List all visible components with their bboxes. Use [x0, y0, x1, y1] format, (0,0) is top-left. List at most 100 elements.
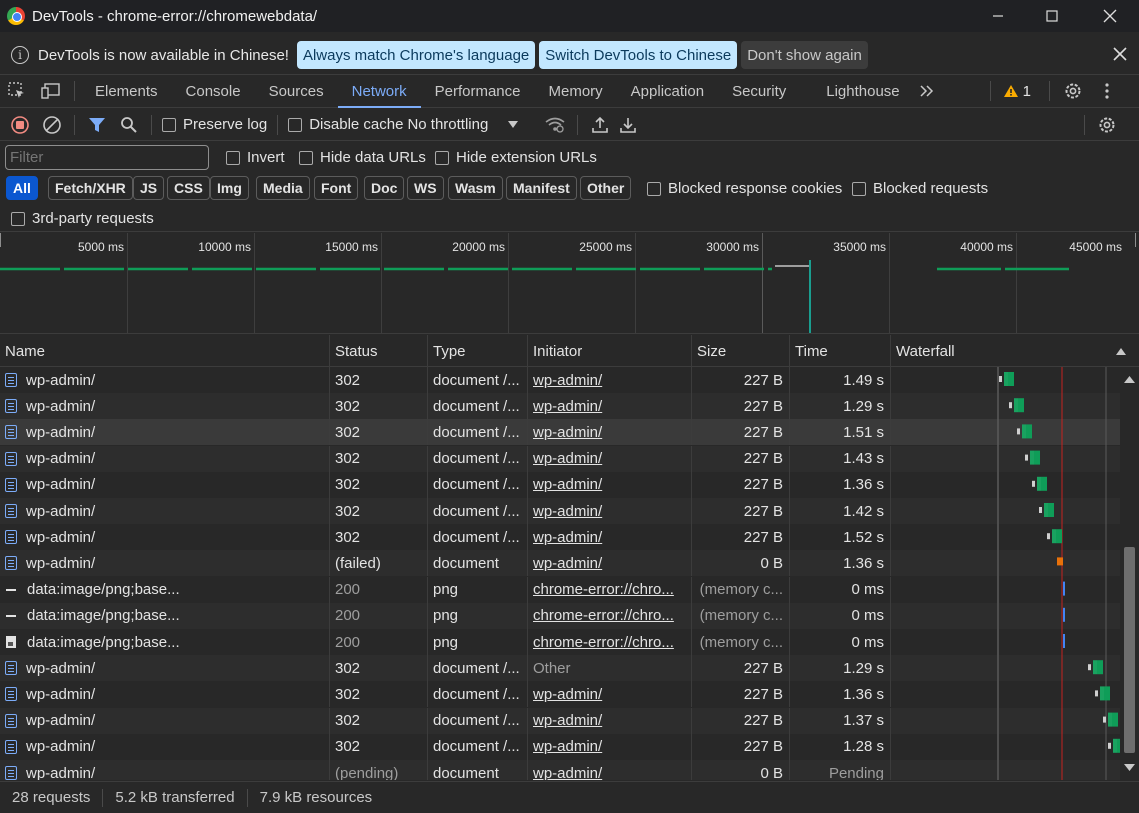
cell-name[interactable]: data:image/png;base...: [0, 602, 330, 629]
waterfall-bar[interactable]: [1113, 738, 1117, 753]
initiator-link[interactable]: wp-admin/: [533, 372, 602, 389]
type-filter-all[interactable]: All: [6, 176, 38, 200]
cell-name[interactable]: wp-admin/: [0, 393, 330, 420]
waterfall-bar[interactable]: [1112, 712, 1118, 727]
initiator-link[interactable]: wp-admin/: [533, 686, 602, 703]
tab-network[interactable]: Network: [337, 75, 421, 108]
close-window-icon[interactable]: [1087, 0, 1133, 32]
cell-name[interactable]: wp-admin/: [0, 760, 330, 780]
waterfall-bar[interactable]: [1104, 686, 1110, 701]
type-filter-css[interactable]: CSS: [167, 176, 210, 200]
type-filter-manifest[interactable]: Manifest: [506, 176, 577, 200]
checkbox-box[interactable]: [11, 211, 25, 226]
column-header-size[interactable]: Size: [692, 335, 790, 367]
initiator-link[interactable]: wp-admin/: [533, 503, 602, 520]
waterfall-bar[interactable]: [1034, 450, 1040, 465]
cell-name[interactable]: wp-admin/: [0, 471, 330, 498]
disable-cache-checkbox[interactable]: Disable cache: [288, 116, 403, 133]
checkbox-box[interactable]: [435, 150, 449, 165]
filter-input[interactable]: [5, 145, 209, 170]
settings-gear-icon[interactable]: [1056, 75, 1090, 107]
switch-to-chinese-button[interactable]: Switch DevTools to Chinese: [539, 41, 738, 69]
blocked-response-cookies-checkbox[interactable]: Blocked response cookies: [647, 180, 842, 197]
tab-lighthouse[interactable]: Lighthouse: [800, 75, 913, 107]
filter-icon[interactable]: [81, 110, 113, 140]
waterfall-bar[interactable]: [1014, 398, 1018, 413]
type-filter-other[interactable]: Other: [580, 176, 632, 200]
waterfall-bar[interactable]: [1044, 503, 1048, 517]
checkbox-box[interactable]: [852, 181, 866, 196]
network-overview-timeline[interactable]: 5000 ms 10000 ms 15000 ms 20000 ms 25000…: [0, 233, 1139, 334]
initiator-link[interactable]: chrome-error://chro...: [533, 634, 674, 651]
preserve-log-checkbox[interactable]: Preserve log: [162, 116, 267, 133]
waterfall-bar[interactable]: [1056, 529, 1062, 544]
minimize-icon[interactable]: [975, 0, 1021, 32]
cell-name[interactable]: data:image/png;base...: [0, 576, 330, 603]
waterfall-bar[interactable]: [1018, 398, 1024, 413]
invert-checkbox[interactable]: Invert: [226, 149, 285, 166]
type-filter-ws[interactable]: WS: [407, 176, 444, 200]
inspect-element-icon[interactable]: [0, 75, 34, 107]
waterfall-bar[interactable]: [1004, 372, 1008, 386]
waterfall-bar[interactable]: [1063, 634, 1065, 648]
type-filter-font[interactable]: Font: [314, 176, 359, 200]
tab-memory[interactable]: Memory: [535, 75, 617, 107]
waterfall-bar[interactable]: [1048, 503, 1054, 517]
initiator-link[interactable]: wp-admin/: [533, 476, 602, 493]
initiator-link[interactable]: wp-admin/: [533, 765, 602, 781]
checkbox-box[interactable]: [299, 150, 313, 165]
waterfall-bar[interactable]: [1100, 686, 1104, 701]
waterfall-bar[interactable]: [1063, 581, 1065, 596]
maximize-icon[interactable]: [1029, 0, 1075, 32]
cell-name[interactable]: wp-admin/: [0, 524, 330, 551]
column-header-type[interactable]: Type: [428, 335, 528, 367]
waterfall-bar[interactable]: [1022, 424, 1026, 439]
cell-name[interactable]: wp-admin/: [0, 445, 330, 472]
initiator-link[interactable]: wp-admin/: [533, 450, 602, 467]
checkbox-box[interactable]: [647, 181, 661, 196]
waterfall-bar[interactable]: [1097, 660, 1103, 675]
requests-scrollbar[interactable]: [1120, 367, 1139, 780]
type-filter-wasm[interactable]: Wasm: [448, 176, 503, 200]
type-filter-doc[interactable]: Doc: [364, 176, 405, 200]
third-party-requests-checkbox[interactable]: 3rd-party requests: [11, 210, 154, 227]
initiator-link[interactable]: wp-admin/: [533, 529, 602, 546]
waterfall-bar[interactable]: [1052, 529, 1056, 544]
hide-extension-urls-checkbox[interactable]: Hide extension URLs: [435, 149, 597, 166]
network-settings-gear-icon[interactable]: [1091, 110, 1123, 140]
type-filter-media[interactable]: Media: [256, 176, 310, 200]
scroll-down-arrow-icon[interactable]: [1124, 764, 1135, 772]
waterfall-bar[interactable]: [1041, 476, 1047, 491]
warnings-badge[interactable]: 1: [1003, 83, 1031, 100]
network-conditions-icon[interactable]: [539, 110, 571, 140]
initiator-link[interactable]: wp-admin/: [533, 398, 602, 415]
waterfall-bar[interactable]: [1057, 557, 1063, 566]
throttling-select[interactable]: No throttling: [407, 116, 539, 133]
scroll-up-arrow-icon[interactable]: [1124, 375, 1135, 383]
cell-name[interactable]: wp-admin/: [0, 681, 330, 708]
waterfall-bar[interactable]: [1063, 607, 1065, 622]
device-toolbar-icon[interactable]: [34, 75, 68, 107]
export-har-icon[interactable]: [612, 110, 644, 140]
cell-name[interactable]: wp-admin/: [0, 707, 330, 734]
scrollbar-thumb[interactable]: [1124, 547, 1135, 753]
column-header-status[interactable]: Status: [330, 335, 428, 367]
checkbox-box[interactable]: [226, 150, 240, 165]
initiator-link[interactable]: chrome-error://chro...: [533, 607, 674, 624]
checkbox-box[interactable]: [162, 117, 176, 132]
waterfall-bar[interactable]: [1108, 712, 1112, 727]
column-header-name[interactable]: Name: [0, 335, 330, 367]
cell-name[interactable]: wp-admin/: [0, 733, 330, 760]
initiator-link[interactable]: wp-admin/: [533, 738, 602, 755]
always-match-language-button[interactable]: Always match Chrome's language: [296, 41, 536, 69]
column-header-initiator[interactable]: Initiator: [528, 335, 692, 367]
tab-security[interactable]: Security: [718, 75, 800, 107]
tab-sources[interactable]: Sources: [255, 75, 338, 107]
column-header-waterfall[interactable]: Waterfall: [891, 335, 1139, 367]
cell-name[interactable]: wp-admin/: [0, 419, 330, 446]
tab-performance[interactable]: Performance: [421, 75, 535, 107]
cell-name[interactable]: wp-admin/: [0, 550, 330, 577]
tab-console[interactable]: Console: [172, 75, 255, 107]
hide-data-urls-checkbox[interactable]: Hide data URLs: [299, 149, 426, 166]
tab-elements[interactable]: Elements: [81, 75, 172, 107]
